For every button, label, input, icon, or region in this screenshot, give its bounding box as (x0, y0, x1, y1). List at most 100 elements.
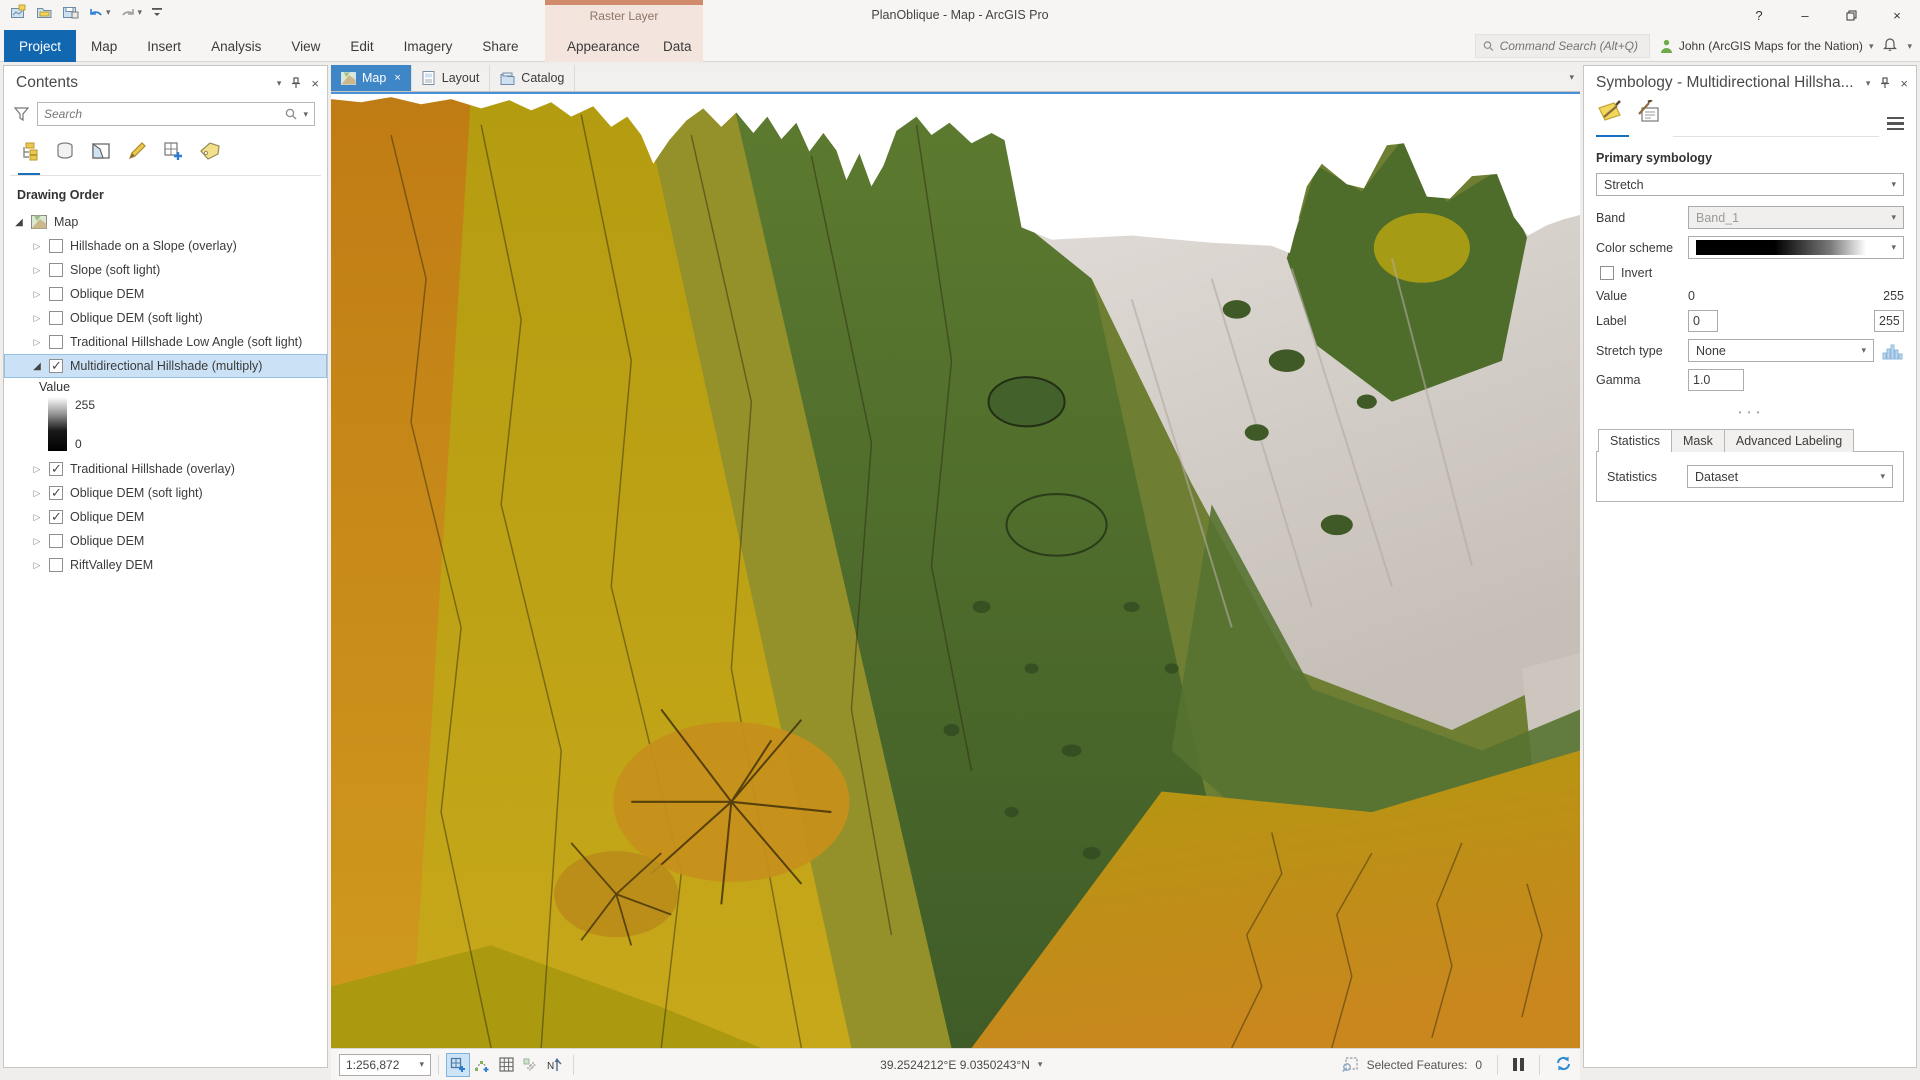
north-arrow-icon[interactable]: N (542, 1053, 566, 1077)
tree-item-layer[interactable]: ▷ Traditional Hillshade (overlay) (4, 457, 327, 481)
pause-drawing-button[interactable] (1513, 1058, 1524, 1071)
tree-item-layer[interactable]: ▷ Hillshade on a Slope (overlay) (4, 234, 327, 258)
notifications-button[interactable] (1883, 36, 1897, 56)
primary-symbology-icon[interactable] (1596, 100, 1629, 137)
help-button[interactable]: ? (1736, 0, 1782, 30)
ribbon-tab-appearance[interactable]: Appearance (552, 30, 655, 62)
tree-item-layer[interactable]: ▷ Oblique DEM (4, 282, 327, 306)
invert-checkbox[interactable] (1600, 266, 1614, 280)
ribbon-tab-insert[interactable]: Insert (132, 30, 196, 62)
label-min-input[interactable] (1688, 310, 1718, 332)
expand-icon[interactable]: ▷ (32, 536, 42, 547)
search-options-caret-icon[interactable]: ▾ (303, 110, 308, 119)
gamma-input[interactable] (1688, 369, 1744, 391)
expand-icon[interactable]: ◢ (32, 361, 42, 372)
expand-icon[interactable]: ◢ (14, 217, 24, 228)
close-tab-icon[interactable]: × (394, 72, 400, 84)
tree-item-layer[interactable]: ▷ Oblique DEM (4, 529, 327, 553)
list-by-snapping-icon[interactable] (162, 140, 184, 175)
stretch-type-dropdown[interactable]: None ▾ (1688, 339, 1874, 362)
ribbon-tab-edit[interactable]: Edit (335, 30, 388, 62)
labeling-properties-icon[interactable] (1635, 100, 1667, 137)
restore-button[interactable] (1828, 0, 1874, 30)
view-tab-catalog[interactable]: Catalog (490, 65, 575, 91)
filter-icon[interactable] (14, 107, 29, 121)
minimize-button[interactable]: – (1782, 0, 1828, 30)
tree-item-layer[interactable]: ▷ Slope (soft light) (4, 258, 327, 282)
layer-checkbox[interactable] (49, 558, 63, 572)
contents-close-icon[interactable]: × (311, 76, 319, 91)
command-search-input[interactable] (1500, 39, 1642, 53)
expand-icon[interactable]: ▷ (32, 560, 42, 571)
pin-icon[interactable] (291, 77, 301, 89)
ribbon-tab-share[interactable]: Share (467, 30, 533, 62)
layer-checkbox[interactable] (49, 311, 63, 325)
snap-to-grid-button[interactable] (518, 1053, 542, 1077)
label-max-input[interactable] (1874, 310, 1904, 332)
histogram-icon[interactable] (1882, 342, 1904, 360)
symbology-menu-caret-icon[interactable]: ▾ (1866, 79, 1871, 88)
list-by-selection-icon[interactable] (90, 140, 112, 175)
layer-checkbox[interactable] (49, 287, 63, 301)
expand-icon[interactable]: ▷ (32, 313, 42, 324)
contents-search[interactable]: ▾ (37, 102, 315, 126)
tree-item-layer[interactable]: ▷ Oblique DEM (4, 505, 327, 529)
ribbon-tab-project[interactable]: Project (4, 30, 76, 62)
tab-mask[interactable]: Mask (1671, 429, 1725, 452)
tree-item-layer[interactable]: ▷ Traditional Hillshade Low Angle (soft … (4, 330, 327, 354)
pin-icon[interactable] (1880, 77, 1890, 89)
map-canvas[interactable] (331, 92, 1580, 1048)
ribbon-tab-imagery[interactable]: Imagery (389, 30, 468, 62)
layer-checkbox[interactable] (49, 239, 63, 253)
refresh-button[interactable] (1555, 1055, 1572, 1075)
expand-icon[interactable]: ▷ (32, 265, 42, 276)
close-button[interactable]: × (1874, 0, 1920, 30)
layer-checkbox[interactable] (49, 359, 63, 373)
panel-splitter-handle[interactable]: • • • (1596, 398, 1904, 429)
ribbon-collapse-icon[interactable]: ▾ (1907, 42, 1912, 51)
view-tab-layout[interactable]: Layout (412, 65, 491, 91)
tree-item-layer[interactable]: ▷ Oblique DEM (soft light) (4, 306, 327, 330)
layer-checkbox[interactable] (49, 462, 63, 476)
panel-options-menu-icon[interactable] (1879, 114, 1906, 138)
tree-item-layer[interactable]: ▷ Oblique DEM (soft light) (4, 481, 327, 505)
command-search[interactable] (1475, 34, 1650, 58)
tab-advanced-labeling[interactable]: Advanced Labeling (1724, 429, 1854, 452)
symbology-method-dropdown[interactable]: Stretch ▾ (1596, 173, 1904, 196)
layer-checkbox[interactable] (49, 263, 63, 277)
list-by-data-source-icon[interactable] (54, 140, 76, 175)
expand-icon[interactable]: ▷ (32, 512, 42, 523)
statistics-dropdown[interactable]: Dataset ▾ (1687, 465, 1893, 488)
tree-item-map[interactable]: ◢ Map (4, 210, 327, 234)
expand-icon[interactable]: ▷ (32, 464, 42, 475)
ribbon-tab-view[interactable]: View (276, 30, 335, 62)
color-scheme-dropdown[interactable]: ▾ (1688, 236, 1904, 259)
layer-checkbox[interactable] (49, 486, 63, 500)
expand-icon[interactable]: ▷ (32, 337, 42, 348)
tree-item-layer[interactable]: ▷ RiftValley DEM (4, 553, 327, 577)
band-dropdown[interactable]: Band_1 ▾ (1688, 206, 1904, 229)
edit-vertices-button[interactable] (470, 1053, 494, 1077)
layer-checkbox[interactable] (49, 510, 63, 524)
expand-icon[interactable]: ▷ (32, 289, 42, 300)
view-tab-map[interactable]: Map × (331, 65, 412, 91)
tab-statistics[interactable]: Statistics (1598, 429, 1672, 452)
tree-item-layer-selected[interactable]: ◢ Multidirectional Hillshade (multiply) (4, 354, 327, 378)
list-by-editing-icon[interactable] (126, 140, 148, 175)
layer-checkbox[interactable] (49, 534, 63, 548)
add-grid-button[interactable] (446, 1053, 470, 1077)
expand-icon[interactable]: ▷ (32, 488, 42, 499)
grid-button[interactable] (494, 1053, 518, 1077)
coordinate-readout[interactable]: 39.2524212°E 9.0350243°N ▾ (581, 1058, 1342, 1072)
list-by-drawing-order-icon[interactable] (18, 140, 40, 175)
layer-checkbox[interactable] (49, 335, 63, 349)
symbology-close-icon[interactable]: × (1900, 76, 1908, 91)
scale-combo[interactable]: 1:256,872 ▾ (339, 1054, 431, 1076)
contents-menu-caret-icon[interactable]: ▾ (277, 79, 282, 88)
ribbon-tab-analysis[interactable]: Analysis (196, 30, 276, 62)
expand-icon[interactable]: ▷ (32, 241, 42, 252)
ribbon-tab-map[interactable]: Map (76, 30, 132, 62)
ribbon-tab-data[interactable]: Data (648, 30, 707, 62)
contents-search-input[interactable] (44, 107, 279, 121)
list-by-labeling-icon[interactable] (198, 140, 222, 175)
